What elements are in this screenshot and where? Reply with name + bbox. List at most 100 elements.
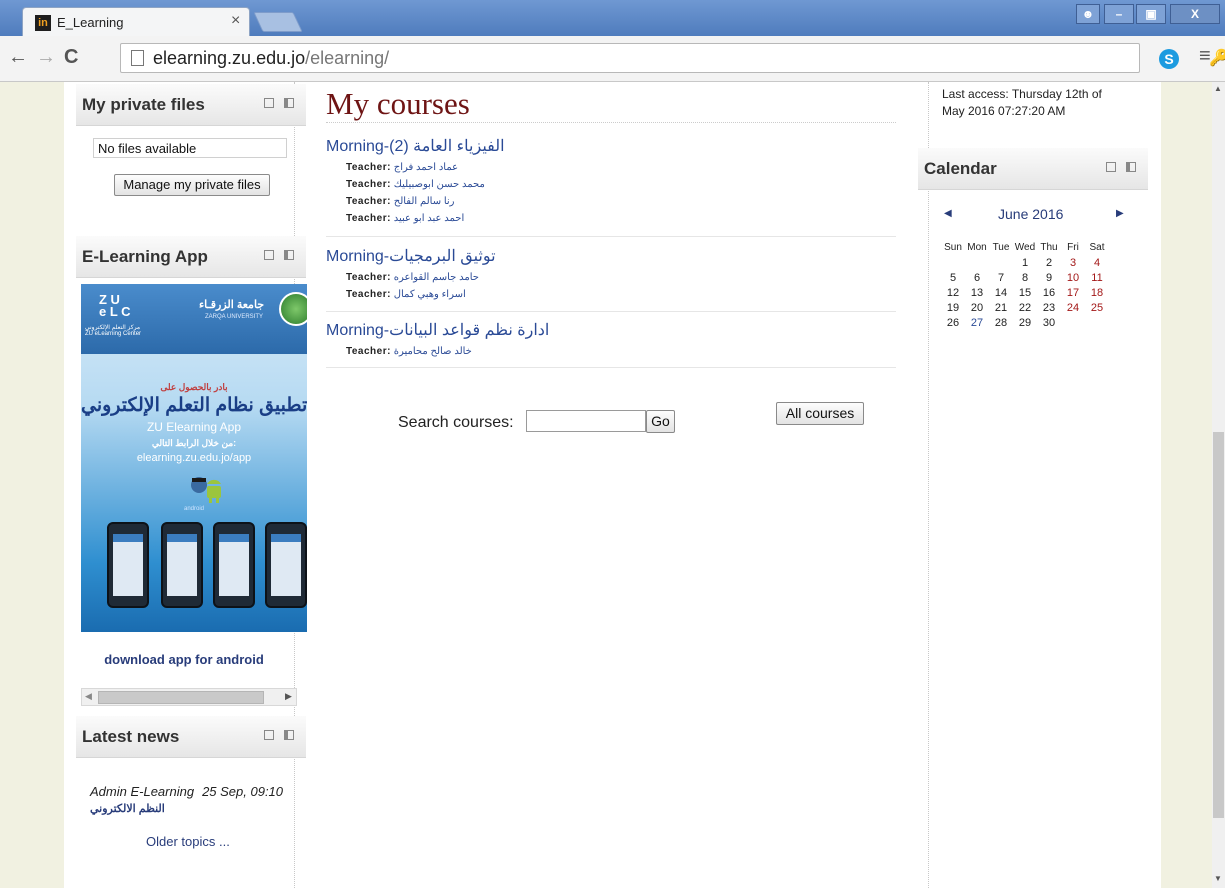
course-link[interactable]: Morning-(الفيزياء العامة (2 [326, 136, 896, 156]
calendar-day[interactable]: 29 [1013, 317, 1037, 332]
calendar-grid: Sun Mon Tue Wed Thu Fri Sat 1 2 3 4 5 6 7 8 9 10 11 12 13 1… [941, 242, 1111, 332]
calendar-day[interactable]: 7 [989, 272, 1013, 287]
user-profile-icon[interactable]: ☻ [1076, 4, 1100, 24]
calendar-day[interactable]: 17 [1061, 287, 1085, 302]
scroll-up-arrow-icon[interactable]: ▲ [1214, 84, 1222, 93]
calendar-day[interactable]: 13 [965, 287, 989, 302]
teacher-link[interactable]: خالد صالح محاميرة [394, 346, 472, 357]
collapse-block-icon[interactable] [264, 730, 274, 740]
scroll-down-arrow-icon[interactable]: ▼ [1214, 874, 1222, 883]
teacher-link[interactable]: حامد جاسم القواعره [394, 272, 479, 283]
calendar-day[interactable]: 1 [1013, 257, 1037, 272]
teacher-row: Teacher: رنا سالم الفالح [346, 196, 455, 207]
page-title: My courses [326, 86, 470, 121]
collapse-block-icon[interactable] [264, 98, 274, 108]
title-divider [326, 122, 896, 123]
url-text[interactable]: elearning.zu.edu.jo/elearning/ [153, 48, 389, 69]
course-link[interactable]: Morning-ادارة نظم قواعد البيانات [326, 320, 896, 340]
calendar-day[interactable]: 28 [989, 317, 1013, 332]
manage-private-files-button[interactable]: Manage my private files [114, 174, 270, 196]
page-vertical-scrollbar[interactable]: ▲ ▼ [1212, 82, 1225, 888]
older-topics-link[interactable]: Older topics ... [146, 834, 230, 849]
page-scrollbar-thumb[interactable] [1213, 432, 1224, 818]
banner-app-name: ZU Elearning App [146, 420, 242, 434]
search-courses-input[interactable] [526, 410, 646, 432]
private-files-block-header: My private files [76, 84, 306, 126]
calendar-next-month-icon[interactable]: ▶ [1116, 208, 1124, 219]
calendar-day[interactable]: 10 [1061, 272, 1085, 287]
calendar-day[interactable]: 23 [1037, 302, 1061, 317]
teacher-row: Teacher: خالد صالح محاميرة [346, 346, 472, 357]
calendar-day[interactable]: 22 [1013, 302, 1037, 317]
calendar-day[interactable]: 18 [1085, 287, 1109, 302]
maximize-icon[interactable]: ▣ [1136, 4, 1166, 24]
teacher-link[interactable]: محمد حسن ابوصبيليك [394, 179, 485, 190]
center-name: مركز التعلم الإلكتروني ZU eLearning Cente… [85, 325, 142, 337]
back-arrow-icon[interactable]: ← [8, 46, 28, 69]
calendar-day[interactable]: 6 [965, 272, 989, 287]
scroll-right-arrow-icon[interactable]: ▶ [285, 691, 292, 702]
calendar-day[interactable]: 15 [1013, 287, 1037, 302]
browser-toolbar: ← → C elearning.zu.edu.jo/elearning/ 🔑 ☆ [0, 36, 1225, 82]
calendar-empty-cell [989, 257, 1013, 272]
calendar-day[interactable]: 3 [1061, 257, 1085, 272]
address-bar[interactable]: elearning.zu.edu.jo/elearning/ 🔑 ☆ [120, 43, 1225, 73]
calendar-day[interactable]: 21 [989, 302, 1013, 317]
calendar-day[interactable]: 14 [989, 287, 1013, 302]
calendar-day[interactable]: 19 [941, 302, 965, 317]
calendar-day[interactable]: 30 [1037, 317, 1061, 332]
calendar-day[interactable]: 20 [965, 302, 989, 317]
scroll-left-arrow-icon[interactable]: ◀ [85, 691, 92, 702]
page-icon [131, 50, 144, 66]
site-favicon-icon: in [35, 15, 51, 31]
browser-tab[interactable]: in E_Learning × [22, 7, 250, 36]
dock-block-icon[interactable] [1126, 162, 1136, 172]
skype-extension-icon[interactable]: S [1159, 49, 1179, 69]
calendar-day[interactable]: 8 [1013, 272, 1037, 287]
column-divider [928, 82, 929, 888]
all-courses-button[interactable]: All courses [776, 402, 864, 425]
dock-block-icon[interactable] [284, 250, 294, 260]
scrollbar-thumb[interactable] [98, 691, 264, 704]
phone-image [107, 522, 149, 608]
minimize-icon[interactable]: – [1104, 4, 1134, 24]
close-window-icon[interactable]: X [1170, 4, 1220, 24]
calendar-day[interactable]: 5 [941, 272, 965, 287]
calendar-prev-month-icon[interactable]: ◀ [944, 208, 952, 219]
university-name-en: ZARQA UNIVERSITY [205, 314, 264, 320]
news-headline-link[interactable]: النظم الالكتروني [90, 802, 165, 815]
calendar-day[interactable]: 16 [1037, 287, 1061, 302]
calendar-day[interactable]: 9 [1037, 272, 1061, 287]
course-link[interactable]: Morning-توثيق البرمجيات [326, 246, 896, 266]
teacher-link[interactable]: اسراء وهبي كمال [394, 289, 466, 300]
search-go-button[interactable]: Go [646, 410, 675, 433]
app-promo-banner[interactable]: Z Ue L C مركز التعلم الإلكتروني ZU eLearn… [81, 284, 307, 632]
weekday-label: Mon [967, 242, 987, 253]
calendar-day[interactable]: 25 [1085, 302, 1109, 317]
calendar-day[interactable]: 4 [1085, 257, 1109, 272]
phone-image [213, 522, 255, 608]
last-access-text: Last access: Thursday 12th of May 2016 0… [942, 87, 1102, 118]
dock-block-icon[interactable] [284, 98, 294, 108]
calendar-day[interactable]: 27 [965, 317, 989, 332]
calendar-day[interactable]: 26 [941, 317, 965, 332]
collapse-block-icon[interactable] [1106, 162, 1116, 172]
dock-block-icon[interactable] [284, 730, 294, 740]
calendar-day[interactable]: 11 [1085, 272, 1109, 287]
close-tab-icon[interactable]: × [231, 12, 240, 30]
reload-icon[interactable]: C [64, 46, 78, 69]
download-app-link[interactable]: download app for android [80, 652, 288, 667]
key-icon[interactable]: 🔑 [1209, 48, 1225, 68]
forward-arrow-icon[interactable]: → [36, 46, 56, 69]
browser-menu-icon[interactable]: ≡ [1199, 45, 1211, 68]
calendar-day[interactable]: 12 [941, 287, 965, 302]
new-tab-button[interactable] [253, 12, 303, 32]
calendar-month-link[interactable]: June 2016 [998, 206, 1063, 222]
calendar-day[interactable]: 2 [1037, 257, 1061, 272]
block-horizontal-scrollbar[interactable]: ◀ ▶ [81, 688, 297, 706]
collapse-block-icon[interactable] [264, 250, 274, 260]
teacher-link[interactable]: احمد عبد ابو عبيد [394, 213, 465, 224]
teacher-link[interactable]: عماد احمد فراج [394, 162, 458, 173]
teacher-link[interactable]: رنا سالم الفالح [394, 196, 455, 207]
calendar-day[interactable]: 24 [1061, 302, 1085, 317]
